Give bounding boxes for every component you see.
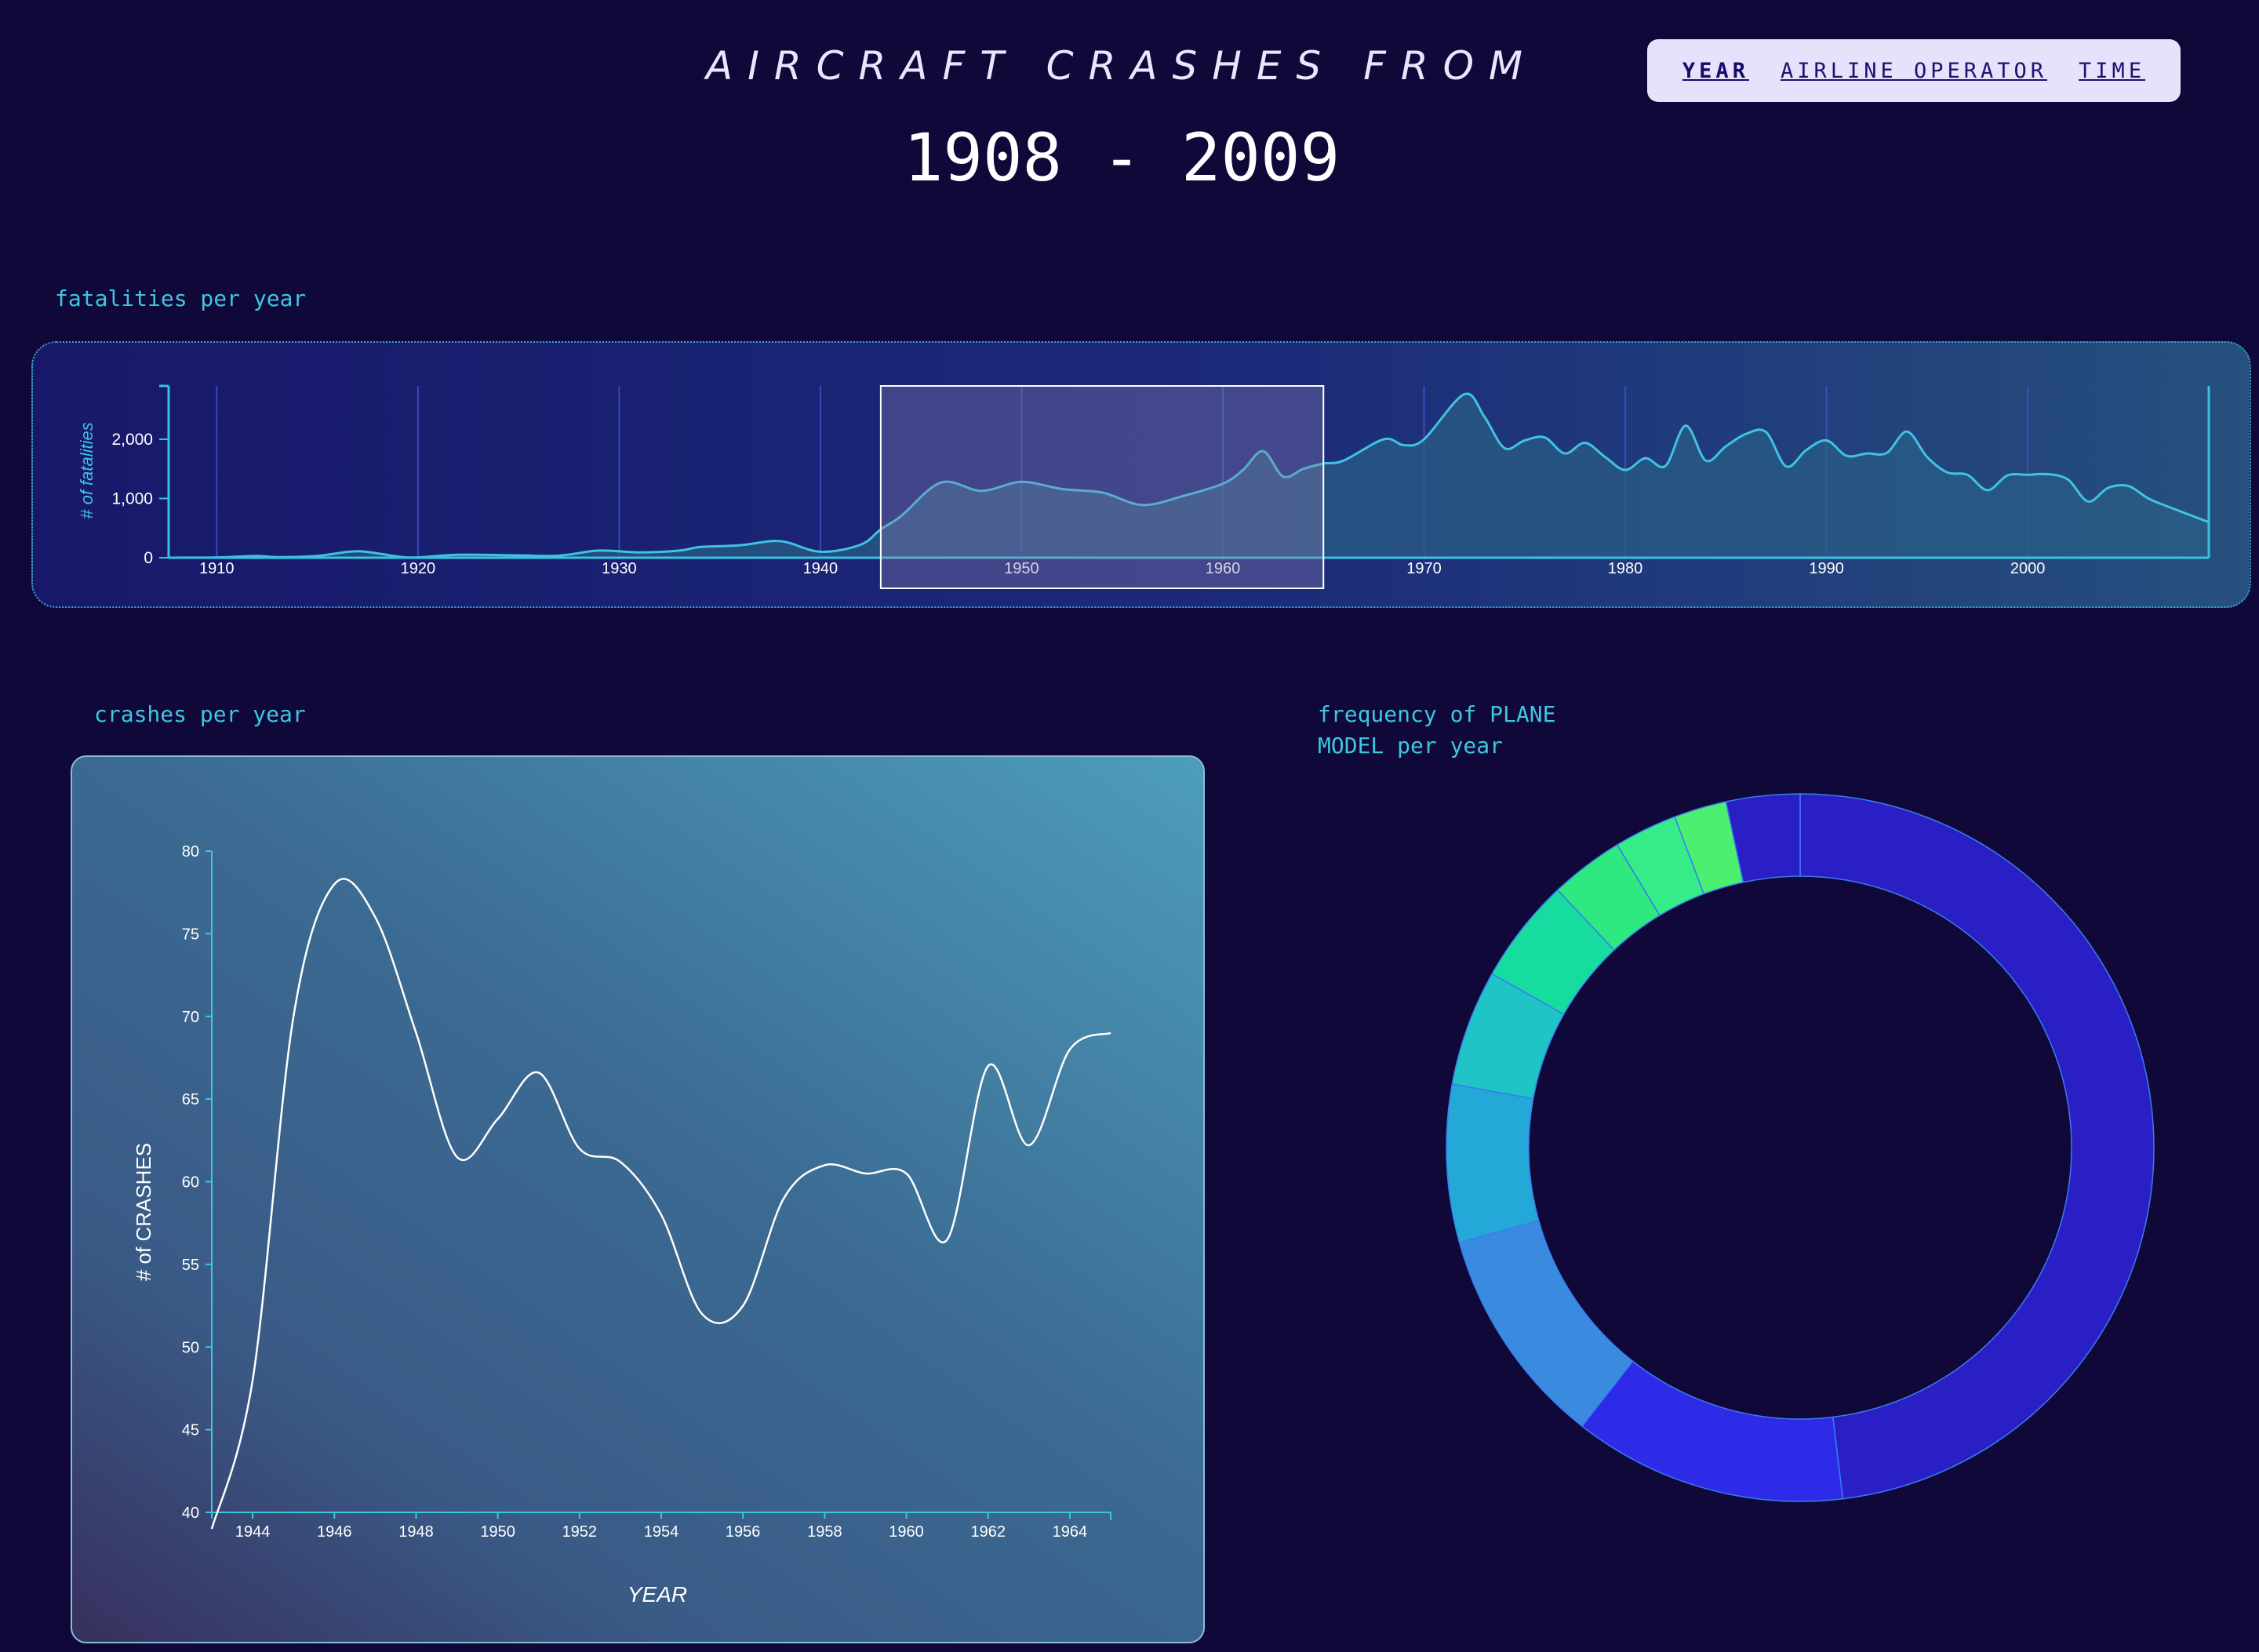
plane-model-slice[interactable] — [1458, 1219, 1634, 1428]
plane-model-donut-chart — [1446, 793, 2155, 1502]
plane-model-slice[interactable] — [1446, 1083, 1540, 1244]
plane-model-slice[interactable] — [1581, 1360, 1844, 1502]
plane-model-slice[interactable] — [1799, 793, 2155, 1500]
